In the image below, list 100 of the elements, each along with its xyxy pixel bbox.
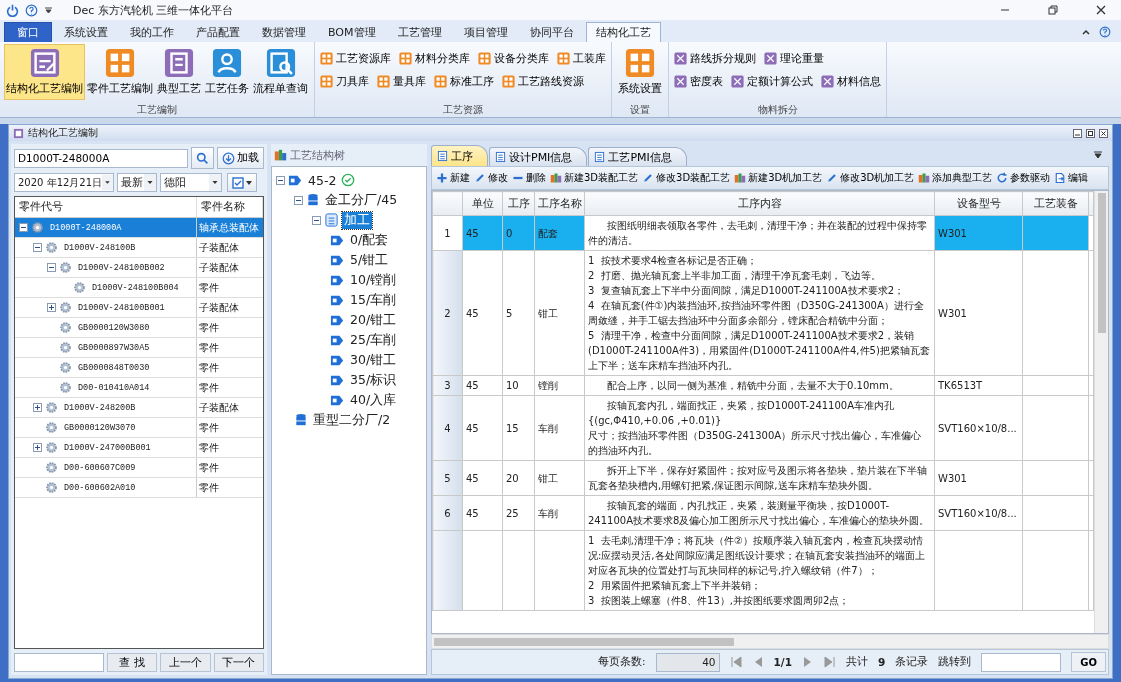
row-header[interactable]: 5	[432, 460, 463, 496]
ribbon-button[interactable]: 结构化工艺编制	[4, 44, 85, 100]
ribbon-button[interactable]: 刀具库	[319, 73, 370, 90]
toolbar-button[interactable]: 添加典型工艺	[917, 171, 994, 185]
ribbon-button[interactable]: 工艺任务	[203, 44, 251, 100]
part-row[interactable]: GB0000848T0030 零件	[15, 358, 263, 378]
tab[interactable]: 工艺PMI信息	[588, 147, 687, 166]
dropdown-icon[interactable]	[1093, 150, 1103, 160]
menu-tab[interactable]: 项目管理	[453, 22, 518, 42]
tab[interactable]: 设计PMI信息	[489, 147, 588, 166]
part-row[interactable]: D1000T-248000A 轴承总装配体	[15, 218, 263, 238]
ribbon-button[interactable]: 材料分类库	[398, 50, 471, 67]
dropdown-icon[interactable]	[102, 174, 113, 191]
row-header[interactable]: 6	[432, 495, 463, 531]
ribbon-button[interactable]: 标准工序	[433, 73, 495, 90]
part-row[interactable]: D00-600607C009 零件	[15, 458, 263, 478]
menu-tab[interactable]: 工艺管理	[387, 22, 452, 42]
ribbon-button[interactable]: 密度表	[673, 73, 724, 90]
tree-toggle[interactable]	[47, 303, 56, 312]
ribbon-button[interactable]: 路线拆分规则	[673, 50, 757, 67]
menu-tab[interactable]: BOM管理	[318, 22, 386, 42]
ribbon-button[interactable]: 材料信息	[820, 73, 882, 90]
vertical-scrollbar[interactable]	[1094, 191, 1108, 633]
part-row[interactable]: D00-600602A010 零件	[15, 478, 263, 498]
tree-toggle[interactable]	[312, 215, 321, 225]
tree-node[interactable]: 20/钳工	[348, 311, 399, 329]
restore-icon[interactable]	[1086, 128, 1095, 138]
tree-node[interactable]: 重型二分厂/2	[311, 411, 393, 429]
ribbon-button[interactable]: 典型工艺	[155, 44, 203, 100]
tree-node[interactable]: 加工	[342, 211, 372, 229]
ribbon-button[interactable]: 系统设置	[616, 44, 664, 100]
part-row[interactable]: GB0000897W30A5 零件	[15, 338, 263, 358]
toolbar-button[interactable]: 新建3D装配工艺	[549, 171, 640, 185]
tree-node[interactable]: 10/镗削	[348, 271, 399, 289]
help-icon[interactable]	[25, 3, 38, 17]
menu-tab[interactable]: 数据管理	[252, 22, 316, 42]
menu-tab[interactable]: 我的工作	[120, 22, 184, 42]
dropdown-icon[interactable]	[209, 174, 221, 191]
tree-node[interactable]: 30/钳工	[348, 351, 399, 369]
close-icon[interactable]	[1095, 4, 1107, 16]
toolbar-button[interactable]: 新建3D机加工艺	[733, 171, 824, 185]
power-icon[interactable]	[6, 3, 19, 17]
ribbon-button[interactable]: 零件工艺编制	[85, 44, 155, 100]
page-field[interactable]	[981, 652, 1062, 672]
ribbon-button[interactable]: 定额计算公式	[730, 73, 814, 90]
part-row[interactable]: GB0000120W3080 零件	[15, 318, 263, 338]
site-dropdown[interactable]: 德阳	[160, 173, 222, 192]
page-size-dropdown[interactable]: 40	[655, 652, 720, 672]
part-row[interactable]: D1000V-247000B001 零件	[15, 438, 263, 458]
ribbon-button[interactable]: 设备分类库	[477, 50, 550, 67]
row-header[interactable]: 3	[432, 375, 463, 396]
part-row[interactable]: D1000V-248100B001 子装配体	[15, 298, 263, 318]
tree-toggle[interactable]	[33, 243, 42, 252]
check-dropdown-button[interactable]	[227, 173, 257, 192]
part-row[interactable]: D1000V-248200B 子装配体	[15, 398, 263, 418]
find-button[interactable]: 下一个	[213, 653, 264, 672]
tree-node[interactable]: 15/车削	[348, 291, 399, 309]
part-row[interactable]: D1000V-248100B002 子装配体	[15, 258, 263, 278]
row-header[interactable]: 1	[432, 215, 463, 251]
tree-node[interactable]: 5/钳工	[348, 251, 391, 269]
ribbon-button[interactable]: 理论重量	[763, 50, 825, 67]
toolbar-button[interactable]: 参数驱动	[995, 171, 1052, 185]
toolbar-button[interactable]: 编辑	[1053, 171, 1090, 185]
search-field[interactable]: D1000T-248000A	[14, 148, 188, 168]
part-row[interactable]: D00-010410A014 零件	[15, 378, 263, 398]
dropdown-icon[interactable]	[144, 174, 156, 191]
close-icon[interactable]	[1099, 128, 1108, 138]
load-button[interactable]: 加载	[217, 147, 264, 169]
tree-node[interactable]: 45-2	[306, 172, 339, 188]
ribbon-button[interactable]: 量具库	[376, 73, 427, 90]
find-field[interactable]	[14, 653, 104, 672]
row-header[interactable]: 2	[432, 250, 463, 376]
tree-node[interactable]: 0/配套	[348, 231, 391, 249]
row-header[interactable]: 4	[432, 395, 463, 461]
dropdown-icon[interactable]	[44, 5, 53, 15]
restore-icon[interactable]	[1047, 4, 1059, 16]
ribbon-button[interactable]: 流程单查询	[251, 44, 310, 100]
toolbar-button[interactable]: 修改3D机加工艺	[825, 171, 916, 185]
search-button[interactable]	[191, 147, 214, 169]
tree-toggle[interactable]	[33, 443, 42, 452]
ribbon-button[interactable]: 工装库	[556, 50, 607, 67]
tree-node[interactable]: 金工分厂/45	[323, 191, 400, 209]
tree-toggle[interactable]	[47, 263, 56, 272]
toolbar-button[interactable]: 删除	[511, 171, 547, 185]
toolbar-button[interactable]: 新建	[435, 171, 471, 185]
part-row[interactable]: D1000V-248100B004 零件	[15, 278, 263, 298]
menu-tab[interactable]: 窗口	[4, 22, 52, 42]
part-row[interactable]: D1000V-248100B 子装配体	[15, 238, 263, 258]
tree-node[interactable]: 40/入库	[348, 391, 399, 409]
toolbar-button[interactable]: 修改3D装配工艺	[641, 171, 732, 185]
go-button[interactable]: GO	[1071, 652, 1106, 672]
menu-tab[interactable]: 结构化工艺	[585, 22, 661, 42]
tree-node[interactable]: 35/标识	[348, 371, 399, 389]
version-dropdown[interactable]: 最新	[117, 173, 157, 192]
menu-tab[interactable]: 协同平台	[519, 22, 584, 42]
tree-toggle[interactable]	[19, 223, 28, 232]
help-icon[interactable]	[1099, 26, 1111, 38]
menu-tab[interactable]: 产品配置	[186, 22, 250, 42]
tree-toggle[interactable]	[276, 175, 285, 185]
menu-tab[interactable]: 系统设置	[54, 22, 118, 42]
